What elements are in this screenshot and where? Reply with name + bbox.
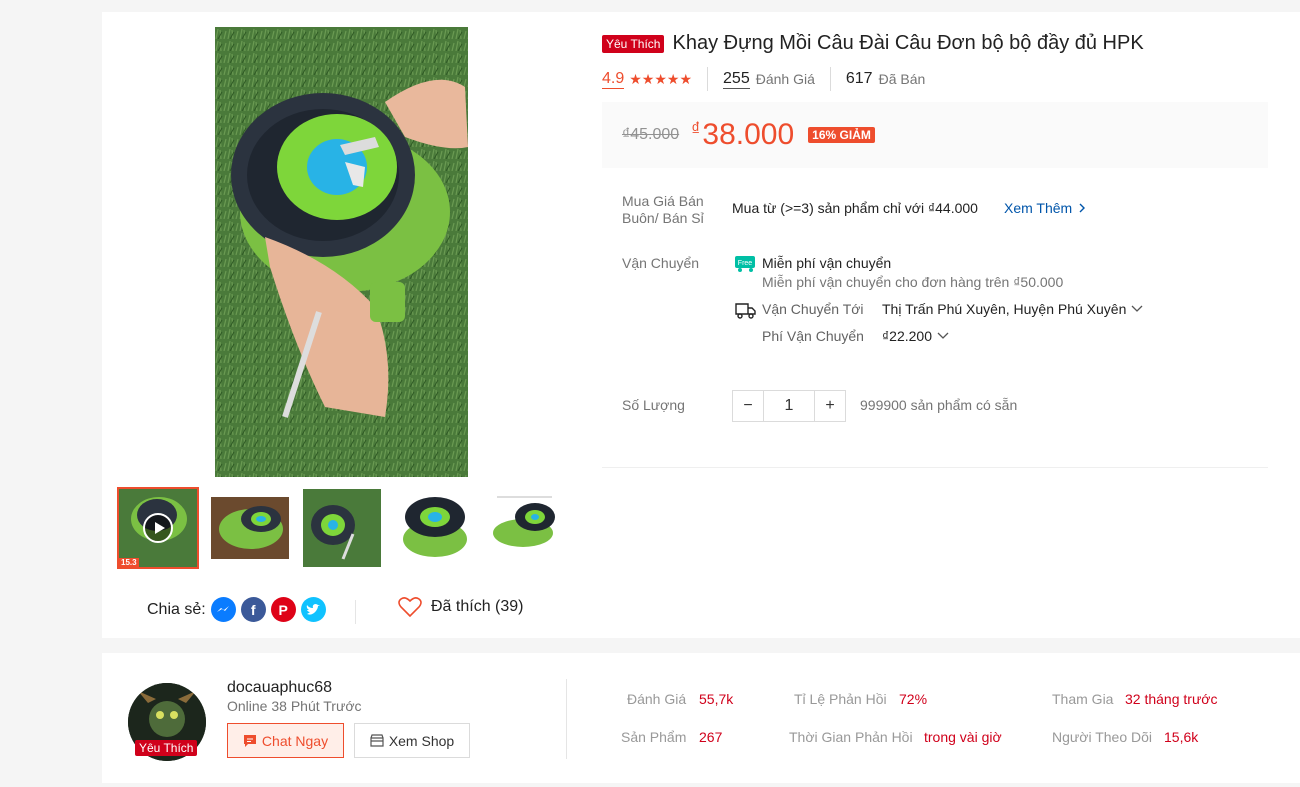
share-label: Chia sẻ: xyxy=(147,600,206,618)
thumbnail-image[interactable] xyxy=(209,487,291,569)
shop-favorite-badge: Yêu Thích xyxy=(135,740,198,756)
product-title-row: Yêu Thích Khay Đựng Mồi Câu Đài Câu Đơn … xyxy=(602,32,1282,55)
quantity-decrease-button[interactable]: − xyxy=(732,390,764,422)
play-icon[interactable] xyxy=(143,513,173,543)
thumbnail-image[interactable] xyxy=(393,487,475,569)
shipping-label: Vận Chuyển xyxy=(622,255,700,271)
chat-now-button[interactable]: Chat Ngay xyxy=(227,723,344,758)
twitter-icon[interactable] xyxy=(300,597,326,622)
product-title: Khay Đựng Mồi Câu Đài Câu Đơn bộ bộ đầy … xyxy=(672,32,1144,54)
stock-available: 999900 sản phẩm có sẵn xyxy=(860,397,1018,413)
liked-count: Đã thích (39) xyxy=(431,598,524,615)
thumbnail-video[interactable]: 15.3 xyxy=(117,487,199,569)
quantity-increase-button[interactable]: + xyxy=(814,390,846,422)
rating-divider xyxy=(707,67,709,91)
like-button[interactable]: Đã thích (39) xyxy=(398,597,523,617)
original-price: ₫45.000 xyxy=(622,126,680,143)
shop-stat-label: Tham Gia xyxy=(1052,691,1114,707)
wholesale-text: Mua từ (>=3) sản phẩm chỉ với ₫44.000 xyxy=(732,200,978,216)
facebook-icon[interactable]: f xyxy=(240,597,266,622)
product-card: 15.3 Chia sẻ: f P Đã thích (39) Yêu Thíc… xyxy=(102,12,1300,638)
chat-now-label: Chat Ngay xyxy=(261,732,329,749)
discount-badge: 16% GIẢM xyxy=(808,127,875,143)
chat-icon xyxy=(243,734,256,747)
shop-stat-label: Thời Gian Phản Hồi xyxy=(789,729,913,745)
ship-fee-selector[interactable]: ₫22.200 xyxy=(882,328,949,344)
share-divider xyxy=(355,600,356,624)
quantity-stepper: − 1 + xyxy=(732,390,846,422)
ship-to-value: Thị Trấn Phú Xuyên, Huyện Phú Xuyên xyxy=(882,301,1127,317)
ship-fee-value: ₫22.200 xyxy=(882,328,933,344)
review-count[interactable]: 255 xyxy=(723,70,750,89)
shop-icon xyxy=(370,734,384,747)
price-value: 38.000 xyxy=(702,118,795,151)
thumbnail-sale-badge: 15.3 xyxy=(119,558,139,567)
view-shop-button[interactable]: Xem Shop xyxy=(354,723,470,758)
share-row: Chia sẻ: f P xyxy=(147,597,326,622)
view-shop-label: Xem Shop xyxy=(388,732,455,749)
free-shipping-icon: Free xyxy=(735,256,755,272)
see-more-label: Xem Thêm xyxy=(1004,200,1073,216)
thumbnail-strip: 15.3 xyxy=(117,487,567,569)
heart-icon xyxy=(398,597,422,617)
free-shipping-title: Miễn phí vận chuyển xyxy=(762,255,892,271)
thumbnail-image[interactable] xyxy=(485,487,567,569)
ship-fee-label: Phí Vận Chuyển xyxy=(762,328,864,344)
current-price: ₫ 38.000 xyxy=(691,118,794,152)
review-label: Đánh Giá xyxy=(755,71,815,87)
shop-stat-label: Người Theo Dõi xyxy=(1052,729,1153,745)
see-more-link[interactable]: Xem Thêm xyxy=(1004,200,1087,216)
shop-stat-label: Sản Phẩm xyxy=(621,729,687,745)
thumbnail-image[interactable] xyxy=(301,487,383,569)
rating-row: 4.9 ★★★★★ 255 Đánh Giá 617 Đã Bán xyxy=(602,67,925,91)
chevron-down-icon xyxy=(1131,305,1143,312)
shop-stat-label: Đánh Giá xyxy=(627,691,687,707)
price-box: ₫45.000 ₫ 38.000 16% GIẢM xyxy=(602,102,1268,168)
favorite-badge: Yêu Thích xyxy=(602,34,665,53)
ship-to-label: Vận Chuyển Tới xyxy=(762,301,864,317)
shop-stat-value: 267 xyxy=(699,729,723,745)
shop-stat-value: 72% xyxy=(899,691,928,707)
shop-stat-value: trong vài giờ xyxy=(924,729,1002,745)
messenger-icon[interactable] xyxy=(210,597,236,622)
shop-name: docauaphuc68 xyxy=(227,679,332,696)
shop-online-status: Online 38 Phút Trước xyxy=(227,698,362,714)
shop-stat-value: 15,6k xyxy=(1164,729,1199,745)
chevron-right-icon xyxy=(1079,203,1086,213)
shop-stat-value: 55,7k xyxy=(699,691,734,707)
quantity-label: Số Lượng xyxy=(622,397,685,413)
wholesale-label: Mua Giá Bán Buôn/ Bán Sỉ xyxy=(622,193,704,226)
sold-label: Đã Bán xyxy=(878,71,926,87)
star-icons: ★★★★★ xyxy=(629,70,693,87)
shop-stat-value: 32 tháng trước xyxy=(1125,691,1218,707)
sold-count: 617 xyxy=(845,70,873,87)
quantity-input[interactable]: 1 xyxy=(764,390,814,422)
sold-divider xyxy=(829,67,831,91)
pinterest-icon[interactable]: P xyxy=(270,597,296,622)
section-divider xyxy=(602,467,1268,468)
rating-value[interactable]: 4.9 xyxy=(602,70,625,89)
shop-divider xyxy=(566,679,567,759)
ship-to-selector[interactable]: Thị Trấn Phú Xuyên, Huyện Phú Xuyên xyxy=(882,301,1143,317)
shop-card: Yêu Thích docauaphuc68 Online 38 Phút Tr… xyxy=(102,653,1300,783)
truck-icon xyxy=(735,303,756,319)
free-shipping-desc: Miễn phí vận chuyển cho đơn hàng trên ₫5… xyxy=(762,274,1064,290)
svg-text:Free: Free xyxy=(738,260,753,267)
chevron-down-icon xyxy=(937,332,949,339)
currency-symbol: ₫ xyxy=(691,119,701,139)
shop-stat-label: Tỉ Lệ Phản Hồi xyxy=(794,691,887,707)
product-main-image[interactable] xyxy=(215,27,468,477)
